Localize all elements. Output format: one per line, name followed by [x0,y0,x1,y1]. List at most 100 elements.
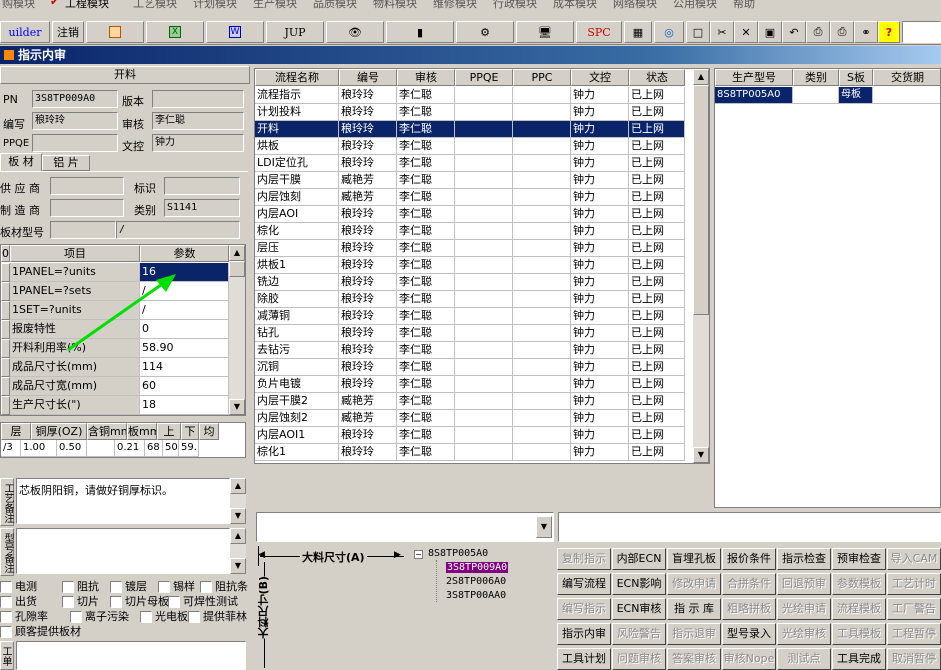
logout-button[interactable]: 注销 [52,21,84,43]
memo-field[interactable] [558,512,941,542]
scroll-thumb[interactable] [229,261,245,277]
checkbox-box[interactable] [140,611,152,623]
option-checkbox[interactable]: 可焊性测试 [168,593,238,609]
binoculars-icon[interactable]: ⚭ [854,21,878,43]
action-button[interactable]: 内部ECN [612,548,666,570]
layer-cell[interactable]: /3 [1,440,21,457]
flow-row[interactable]: 流程指示 稂玲玲 李仁聪 钟力 已上网 [255,87,685,104]
action-button[interactable]: 指示内审 [557,623,611,645]
flow-row[interactable]: 内层AOI 稂玲玲 李仁聪 钟力 已上网 [255,206,685,223]
flow-row[interactable]: 沉铜 稂玲玲 李仁聪 钟力 已上网 [255,359,685,376]
category-field[interactable]: S1141 [164,199,240,217]
option-checkbox[interactable]: 提供菲林 [188,608,247,624]
layer-cell[interactable]: 68 [145,440,163,457]
layer-cell[interactable] [87,440,115,457]
help-icon[interactable]: ? [878,21,900,43]
control-field[interactable]: 钟力 [152,134,244,152]
action-button[interactable]: 问题审核 [612,648,666,670]
pn-field[interactable]: 3S8TP009A0 [32,90,118,108]
action-button[interactable]: 工厂警告 [887,598,941,620]
action-button[interactable]: 编写流程 [557,573,611,595]
layer-cell[interactable]: 0.21 [115,440,145,457]
flow-row[interactable]: 计划投料 稂玲玲 李仁聪 钟力 已上网 [255,104,685,121]
flow-row[interactable]: 内层蚀刻2 臧艳芳 李仁聪 钟力 已上网 [255,410,685,427]
delete-icon[interactable]: ✕ [734,21,758,43]
checkbox-box[interactable] [62,581,74,593]
powerpoint-icon[interactable] [86,21,144,43]
scroll-down-icon[interactable]: ▼ [230,558,246,574]
flow-row[interactable]: 内层干膜2 臧艳芳 李仁聪 钟力 已上网 [255,393,685,410]
scroll-up-icon[interactable]: ▲ [230,478,246,494]
action-button[interactable]: ECN审核 [612,598,666,620]
chevron-down-icon[interactable]: ▼ [536,516,552,538]
jup-button[interactable]: JUP [266,21,324,43]
option-checkbox[interactable]: 切片 [62,593,99,609]
computer-icon[interactable]: 🖥 [516,21,574,43]
param-value[interactable]: 60 [140,377,229,396]
prod-col-header[interactable]: 类别 [793,69,839,86]
review-field[interactable]: 李仁聪 [152,112,244,130]
new-icon[interactable]: □ [686,21,710,43]
action-button[interactable]: 报价条件 [722,548,776,570]
version-field[interactable] [152,90,244,108]
layer-cell[interactable]: 50 [163,440,179,457]
action-button[interactable]: 合拼条件 [722,573,776,595]
flow-col-header[interactable]: PPC [513,69,571,86]
action-button[interactable]: 工具模板 [832,623,886,645]
ppqe-field[interactable] [32,134,118,152]
tab-board[interactable]: 板 材 [0,153,42,171]
flow-col-header[interactable]: PPQE [455,69,513,86]
action-button[interactable]: 预审检查 [832,548,886,570]
flow-row[interactable]: 负片电镀 稂玲玲 李仁聪 钟力 已上网 [255,376,685,393]
tree-node[interactable]: 2S8TP006A0 [446,576,506,587]
checkbox-box[interactable] [110,581,122,593]
flow-row[interactable]: LDI定位孔 稂玲玲 李仁聪 钟力 已上网 [255,155,685,172]
flow-row[interactable]: 去钻污 稂玲玲 李仁聪 钟力 已上网 [255,342,685,359]
action-button[interactable]: 复制指示 [557,548,611,570]
action-button[interactable]: 工艺计时 [887,573,941,595]
toolbar-combo[interactable] [902,21,941,43]
flow-col-header[interactable]: 状态 [629,69,685,86]
preview-icon[interactable]: ⎙ [806,21,830,43]
database-icon[interactable]: ▮ [386,21,454,43]
action-button[interactable]: 风险警告 [612,623,666,645]
flow-row[interactable]: 棕化 稂玲玲 李仁聪 钟力 已上网 [255,223,685,240]
checkbox-box[interactable] [0,611,12,623]
tree-collapse-icon[interactable]: − [414,550,423,559]
menu-item[interactable]: 维修模块 [433,0,477,10]
flow-scrollbar[interactable]: ▲ ▼ [693,69,709,463]
prod-col-header[interactable]: S板 [839,69,873,86]
action-button[interactable]: 取消暂停 [887,648,941,670]
param-scrollbar[interactable]: ▲ ▼ [229,245,245,415]
menu-item[interactable]: 公用模块 [673,0,717,10]
remark2-text[interactable] [16,528,230,574]
action-button[interactable]: 工具完成 [832,648,886,670]
scroll-down-icon[interactable]: ▼ [230,508,246,524]
menu-item[interactable]: 品质模块 [313,0,357,10]
menu-item[interactable]: 成本模块 [553,0,597,10]
flow-combo[interactable] [256,512,554,542]
flow-row[interactable]: 内层AOI1 稂玲玲 李仁聪 钟力 已上网 [255,427,685,444]
flow-col-header[interactable]: 文控 [571,69,629,86]
undo-icon[interactable]: ↶ [782,21,806,43]
scroll-up-icon[interactable]: ▲ [693,69,709,85]
menu-item[interactable]: 生产模块 [253,0,297,10]
flow-row[interactable]: 铣边 稂玲玲 李仁聪 钟力 已上网 [255,274,685,291]
menu-item[interactable]: 工艺模块 [133,0,177,10]
scroll-down-icon[interactable]: ▼ [229,399,245,415]
menu-item[interactable]: 网络模块 [613,0,657,10]
flow-col-header[interactable]: 编号 [339,69,397,86]
prod-row[interactable]: 8S8TP005A0 母板 [715,87,940,104]
layer-cell[interactable]: 59. [179,440,199,457]
param-row[interactable]: 成品尺寸长(mm) 114 [1,358,231,377]
action-button[interactable]: 指示检查 [777,548,831,570]
remark-text[interactable]: 芯板阴阳铜，请做好铜厚标识。 [16,478,230,524]
flow-row[interactable]: 棕化1 稂玲玲 李仁聪 钟力 已上网 [255,444,685,461]
checkbox-box[interactable] [62,596,74,608]
scroll-up-icon[interactable]: ▲ [229,245,245,261]
menu-item[interactable]: 帮助 [733,0,755,10]
option-checkbox[interactable]: 阻抗条 [200,578,248,594]
mark-field[interactable] [164,177,240,195]
remark2-scrollbar[interactable]: ▲ ▼ [230,528,246,574]
author-field[interactable]: 稂玲玲 [32,112,118,130]
